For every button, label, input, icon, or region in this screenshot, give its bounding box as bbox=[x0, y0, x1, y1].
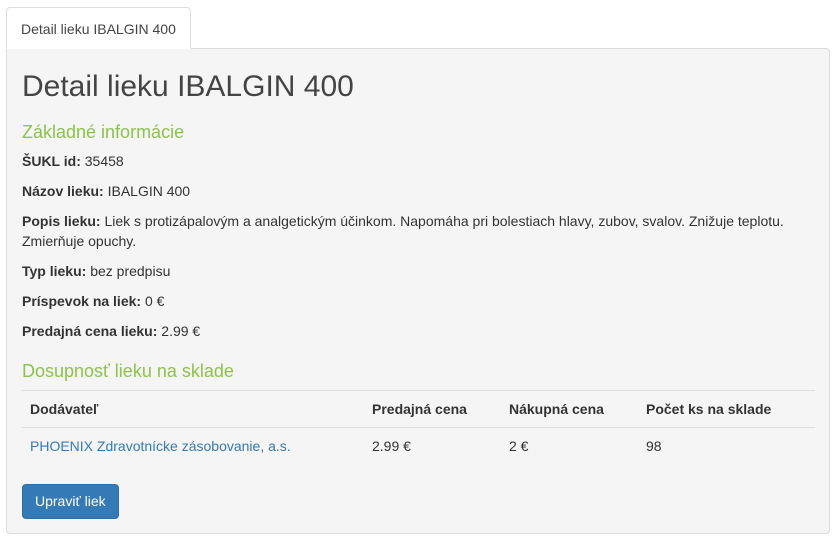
field-drug-name: Názov lieku: IBALGIN 400 bbox=[22, 181, 812, 201]
drug-detail-panel: Detail lieku IBALGIN 400 Základné inform… bbox=[6, 48, 830, 534]
field-value: 2.99 € bbox=[161, 323, 201, 339]
stock-table: Dodávateľ Predajná cena Nákupná cena Poč… bbox=[22, 390, 815, 465]
column-header-buy-price: Nákupná cena bbox=[501, 390, 638, 428]
table-row: PHOENIX Zdravotnícke zásobovanie, a.s. 2… bbox=[22, 428, 815, 465]
field-value: 35458 bbox=[84, 153, 124, 169]
supplier-link[interactable]: PHOENIX Zdravotnícke zásobovanie, a.s. bbox=[30, 438, 291, 454]
field-contribution: Príspevok na liek: 0 € bbox=[22, 291, 812, 311]
field-value: IBALGIN 400 bbox=[107, 183, 191, 199]
stock-heading: Dosupnosť lieku na sklade bbox=[22, 361, 234, 381]
field-sell-price: Predajná cena lieku: 2.99 € bbox=[22, 321, 812, 341]
tab-bar: Detail lieku IBALGIN 400 bbox=[6, 7, 830, 49]
cell-sell-price: 2.99 € bbox=[372, 438, 411, 455]
field-value: 0 € bbox=[144, 293, 165, 309]
cell-supplier: PHOENIX Zdravotnícke zásobovanie, a.s. bbox=[22, 428, 364, 465]
column-header-supplier: Dodávateľ bbox=[22, 390, 364, 428]
edit-drug-button[interactable]: Upraviť liek bbox=[22, 484, 119, 519]
field-value: bez predpisu bbox=[90, 263, 171, 279]
field-description: Popis lieku: Liek s protizápalovým a ana… bbox=[22, 211, 812, 251]
field-label: Typ lieku: bbox=[22, 263, 87, 279]
column-header-stock-count: Počet ks na sklade bbox=[638, 390, 815, 428]
table-header-row: Dodávateľ Predajná cena Nákupná cena Poč… bbox=[22, 390, 815, 428]
basic-info-heading: Základné informácie bbox=[22, 122, 185, 142]
tab-drug-detail[interactable]: Detail lieku IBALGIN 400 bbox=[6, 7, 191, 49]
column-header-sell-price: Predajná cena bbox=[364, 390, 501, 428]
field-sukl-id: ŠUKL id: 35458 bbox=[22, 151, 812, 171]
field-label: Popis lieku: bbox=[22, 213, 101, 229]
field-label: Príspevok na liek: bbox=[22, 293, 142, 309]
field-label: Predajná cena lieku: bbox=[22, 323, 158, 339]
field-label: ŠUKL id: bbox=[22, 153, 81, 169]
field-drug-type: Typ lieku: bez predpisu bbox=[22, 261, 812, 281]
cell-buy-price: 2 € bbox=[509, 438, 529, 455]
field-value: Liek s protizápalovým a analgetickým úči… bbox=[22, 213, 784, 249]
field-label: Názov lieku: bbox=[22, 183, 104, 199]
page-title: Detail lieku IBALGIN 400 bbox=[22, 70, 354, 103]
cell-stock-count: 98 bbox=[646, 438, 662, 455]
